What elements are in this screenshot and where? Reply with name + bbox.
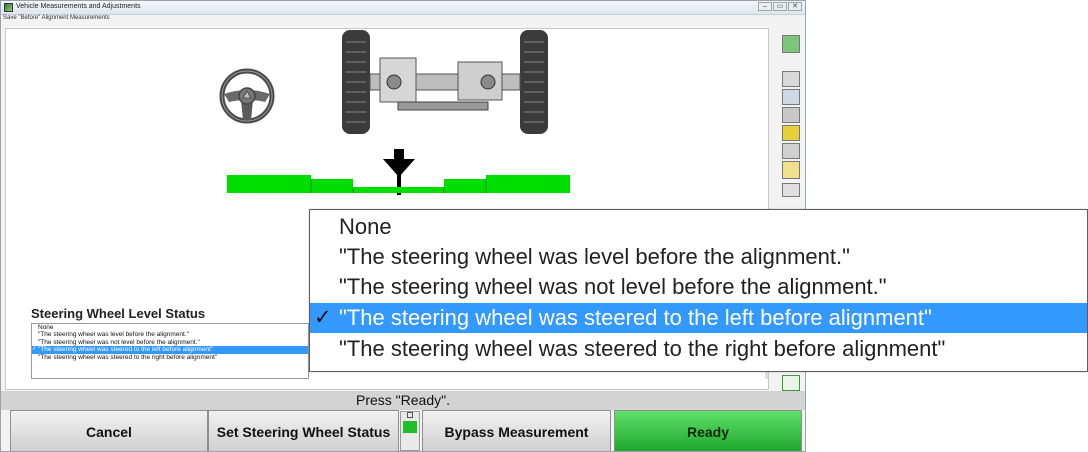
zoom-list-item[interactable]: None [310, 212, 1087, 242]
zoom-list-item-label: "The steering wheel was not level before… [339, 274, 887, 299]
sensor-icon[interactable] [782, 143, 800, 159]
check-icon: ✓ [314, 306, 332, 329]
measure-icon[interactable] [782, 71, 800, 87]
steering-level-bar [227, 175, 570, 193]
help-icon[interactable] [782, 35, 800, 53]
ride-height-icon[interactable] [782, 375, 800, 391]
check-icon: ✓ [32, 346, 38, 353]
tools-icon[interactable] [782, 125, 800, 141]
window-title: Vehicle Measurements and Adjustments [16, 3, 141, 10]
zoom-list-item-label: "The steering wheel was level before the… [339, 244, 850, 269]
indicator-cap [407, 412, 413, 418]
list-item[interactable]: "The steering wheel was steered to the r… [32, 354, 308, 361]
zoom-list-item[interactable]: "The steering wheel was level before the… [310, 242, 1087, 272]
title-bar: Vehicle Measurements and Adjustments – ▭… [1, 1, 805, 15]
steering-status-title: Steering Wheel Level Status [31, 306, 206, 321]
zoom-list-item-label: "The steering wheel was steered to the r… [339, 336, 946, 361]
list-item-selected[interactable]: ✓ "The steering wheel was steered to the… [32, 346, 308, 354]
close-button[interactable]: ✕ [788, 2, 802, 11]
camber-icon[interactable] [782, 107, 800, 123]
steering-status-list[interactable]: None "The steering wheel was level befor… [31, 323, 309, 379]
minimize-button[interactable]: – [758, 2, 772, 11]
zoom-list-item-label: "The steering wheel was steered to the l… [339, 305, 932, 330]
vehicle-chassis-icon [342, 30, 548, 134]
list-item[interactable]: None [32, 324, 308, 331]
bypass-measurement-button[interactable]: Bypass Measurement [422, 410, 611, 451]
zoom-list-item-selected[interactable]: ✓ "The steering wheel was steered to the… [310, 303, 1087, 333]
zoom-list-item[interactable]: "The steering wheel was steered to the r… [310, 334, 1087, 364]
maximize-button[interactable]: ▭ [773, 2, 787, 11]
steering-status-zoomed-list[interactable]: None "The steering wheel was level befor… [309, 209, 1088, 372]
status-message: Press "Ready". [1, 391, 805, 410]
screen-subtitle: Save "Before" Alignment Measurements [3, 15, 110, 21]
cancel-button[interactable]: Cancel [10, 410, 208, 451]
list-item[interactable]: "The steering wheel was not level before… [32, 339, 308, 346]
ready-button[interactable]: Ready [614, 410, 802, 451]
adjust-icon[interactable] [782, 89, 800, 105]
caster-icon[interactable] [782, 161, 800, 179]
list-item[interactable]: "The steering wheel was level before the… [32, 331, 308, 338]
app-icon [4, 3, 13, 12]
rotate-icon[interactable] [782, 183, 800, 197]
window-controls: – ▭ ✕ [758, 2, 802, 11]
zoom-list-item-label: None [339, 214, 392, 239]
steering-wheel-icon [219, 68, 275, 124]
list-item-label: "The steering wheel was steered to the l… [38, 346, 214, 354]
level-indicator-mini [400, 411, 420, 451]
set-steering-wheel-status-button[interactable]: Set Steering Wheel Status [208, 410, 399, 451]
indicator-green [403, 421, 417, 433]
zoom-list-item[interactable]: "The steering wheel was not level before… [310, 272, 1087, 302]
